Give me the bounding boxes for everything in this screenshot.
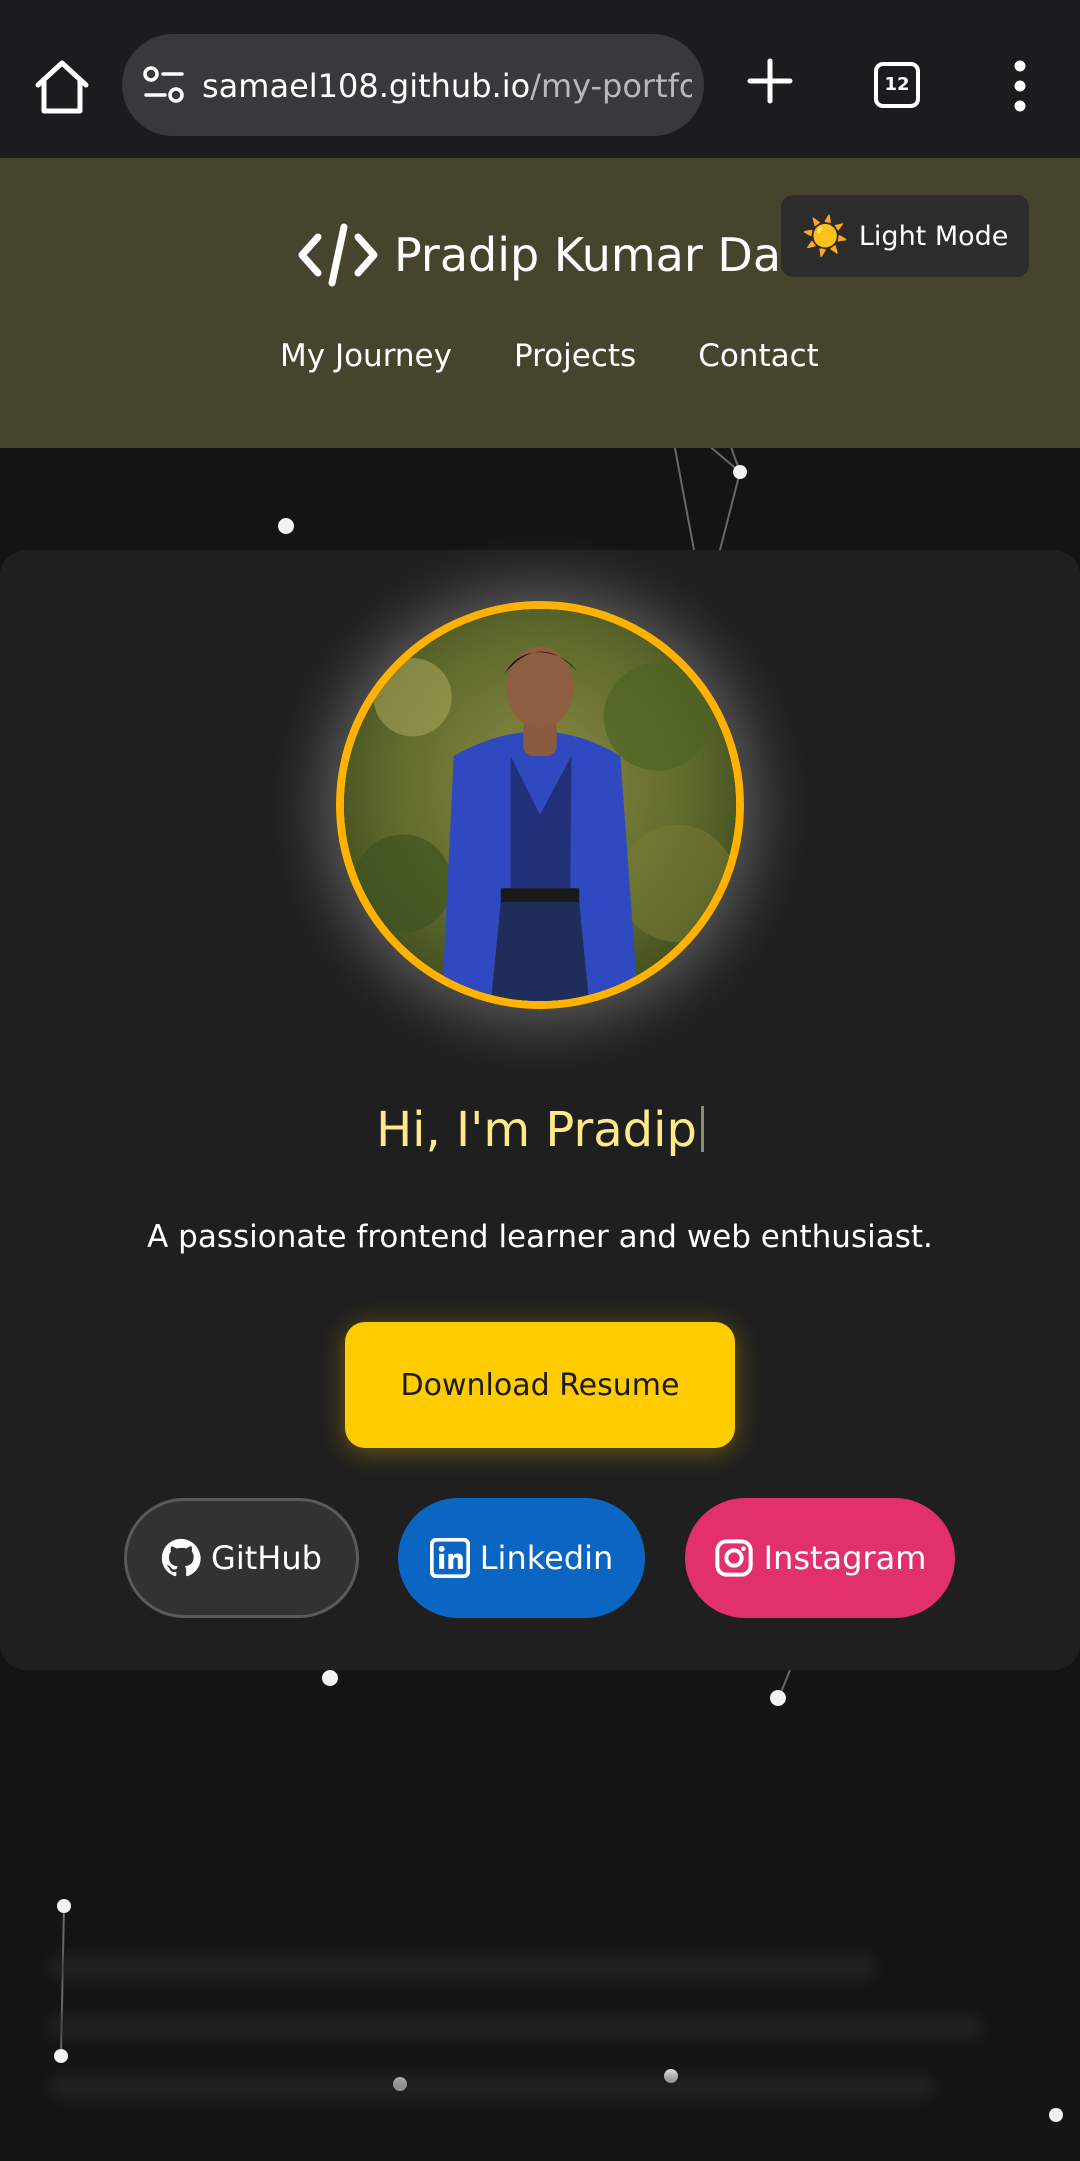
theme-toggle-button[interactable]: ☀️ Light Mode bbox=[781, 195, 1029, 277]
instagram-button[interactable]: Instagram bbox=[685, 1498, 955, 1618]
github-icon bbox=[161, 1538, 201, 1577]
hero-heading-text: Hi, I'm Pradip bbox=[376, 1102, 697, 1158]
nav-my-journey[interactable]: My Journey bbox=[280, 338, 452, 390]
address-bar[interactable]: samael108.github.io/my-portfolio/ bbox=[122, 34, 704, 136]
url-host: samael108.github.io bbox=[202, 67, 531, 105]
browser-toolbar: samael108.github.io/my-portfolio/ 12 bbox=[0, 0, 1080, 158]
linkedin-label: Linkedin bbox=[479, 1539, 614, 1577]
main-nav: My Journey Projects Contact bbox=[280, 338, 819, 390]
theme-toggle-label: Light Mode bbox=[858, 220, 1009, 252]
brand-name: Pradip Kumar Das bbox=[394, 228, 805, 282]
hero-subtitle: A passionate frontend learner and web en… bbox=[147, 1219, 933, 1255]
journey-section-preview: ​ bbox=[50, 1840, 1010, 2140]
linkedin-button[interactable]: Linkedin bbox=[398, 1498, 645, 1618]
sun-icon: ☀️ bbox=[801, 213, 849, 258]
instagram-label: Instagram bbox=[763, 1539, 927, 1577]
journey-section-title-blurred: ​ bbox=[50, 1840, 1010, 1894]
more-vert-icon[interactable] bbox=[1000, 58, 1040, 114]
nav-contact[interactable]: Contact bbox=[698, 338, 819, 390]
hero-heading: Hi, I'm Pradip bbox=[0, 1095, 1080, 1165]
url-text[interactable]: samael108.github.io/my-portfolio/ bbox=[202, 62, 692, 110]
instagram-icon bbox=[714, 1539, 753, 1577]
profile-photo bbox=[344, 609, 736, 1001]
github-label: GitHub bbox=[211, 1539, 322, 1577]
blurred-text-line bbox=[50, 1954, 876, 1980]
avatar bbox=[336, 601, 744, 1009]
url-path: /my-portfolio/ bbox=[530, 67, 692, 105]
site-settings-icon[interactable] bbox=[142, 65, 186, 105]
blurred-text-line bbox=[50, 2074, 934, 2100]
tab-switcher-button[interactable]: 12 bbox=[874, 62, 920, 108]
download-resume-button[interactable]: Download Resume bbox=[345, 1322, 735, 1448]
blurred-text-line bbox=[50, 2014, 982, 2040]
home-icon[interactable] bbox=[30, 55, 94, 119]
brand[interactable]: Pradip Kumar Das bbox=[296, 220, 805, 290]
typing-caret bbox=[700, 1106, 704, 1152]
plus-icon[interactable] bbox=[744, 55, 796, 107]
nav-projects[interactable]: Projects bbox=[514, 338, 636, 390]
github-button[interactable]: GitHub bbox=[124, 1498, 359, 1618]
code-icon bbox=[298, 223, 378, 287]
linkedin-icon bbox=[429, 1538, 470, 1578]
